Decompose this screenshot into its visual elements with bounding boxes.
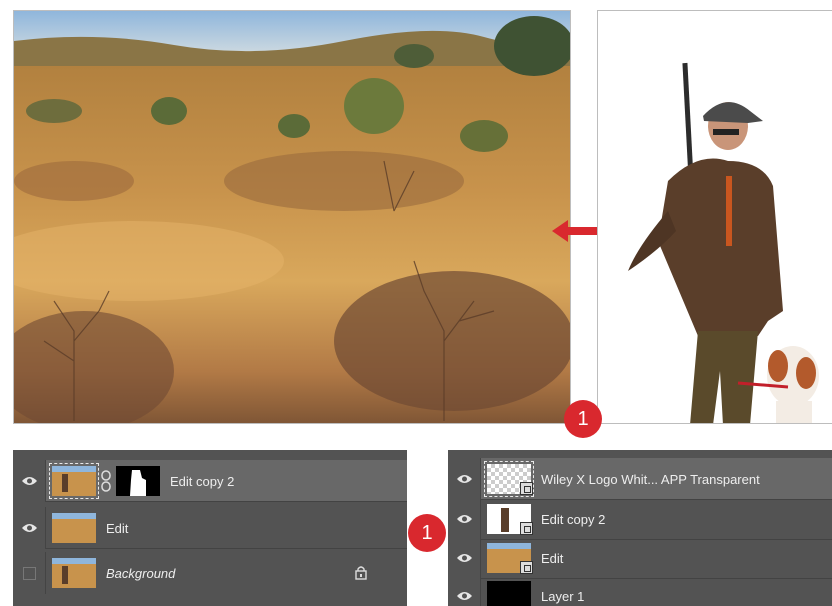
layer-thumbnail[interactable]: [487, 504, 533, 535]
visibility-toggle[interactable]: [448, 458, 481, 500]
layer-row[interactable]: Edit copy 2: [448, 498, 832, 540]
layer-row[interactable]: Edit: [13, 507, 407, 549]
step-badge: 1: [564, 400, 602, 438]
smart-object-icon: [520, 482, 533, 495]
layer-row[interactable]: Wiley X Logo Whit... APP Transparent: [448, 458, 832, 500]
visibility-toggle[interactable]: [13, 552, 46, 594]
visibility-toggle[interactable]: [13, 507, 46, 549]
eye-icon: [456, 515, 472, 523]
layer-row[interactable]: Edit: [448, 537, 832, 579]
eye-icon: [456, 475, 472, 483]
layers-panel-right: Wiley X Logo Whit... APP Transparent Edi…: [448, 450, 832, 606]
layers-panel-left: Edit copy 2 Edit Background: [13, 450, 407, 606]
landscape-photo: [13, 10, 571, 424]
layer-thumbnail[interactable]: [487, 581, 531, 606]
layer-name: Wiley X Logo Whit... APP Transparent: [541, 471, 760, 487]
hunter-cutout-photo: [597, 10, 832, 424]
eye-icon: [456, 554, 472, 562]
eye-icon: [21, 477, 37, 485]
layer-thumbnail[interactable]: [52, 558, 96, 588]
layer-mask-thumbnail[interactable]: [116, 466, 160, 496]
visibility-toggle[interactable]: [448, 575, 481, 606]
visibility-toggle[interactable]: [13, 460, 46, 502]
eye-icon: [21, 524, 37, 532]
layer-thumbnail[interactable]: [484, 461, 534, 497]
hidden-visibility-box[interactable]: [22, 566, 36, 580]
layer-thumbnail[interactable]: [487, 543, 533, 574]
lock-icon: [355, 566, 367, 580]
layer-name: Edit: [541, 550, 564, 566]
layer-row[interactable]: Edit copy 2: [13, 460, 407, 502]
layer-thumbnail[interactable]: [49, 463, 99, 499]
layer-name: Background: [106, 565, 176, 581]
eye-icon: [456, 592, 472, 600]
layer-row[interactable]: Background: [13, 552, 407, 594]
smart-object-icon: [520, 561, 533, 574]
layer-name: Edit: [106, 520, 129, 536]
layer-name: Layer 1: [541, 588, 585, 604]
layer-name: Edit copy 2: [541, 511, 606, 527]
smart-object-icon: [520, 522, 533, 535]
layer-name: Edit copy 2: [170, 473, 235, 489]
visibility-toggle[interactable]: [448, 537, 481, 579]
layer-row[interactable]: Layer 1: [448, 575, 832, 606]
visibility-toggle[interactable]: [448, 498, 481, 540]
step-badge: 1: [408, 514, 446, 552]
link-icon[interactable]: [100, 469, 112, 493]
layer-thumbnail[interactable]: [52, 513, 96, 543]
